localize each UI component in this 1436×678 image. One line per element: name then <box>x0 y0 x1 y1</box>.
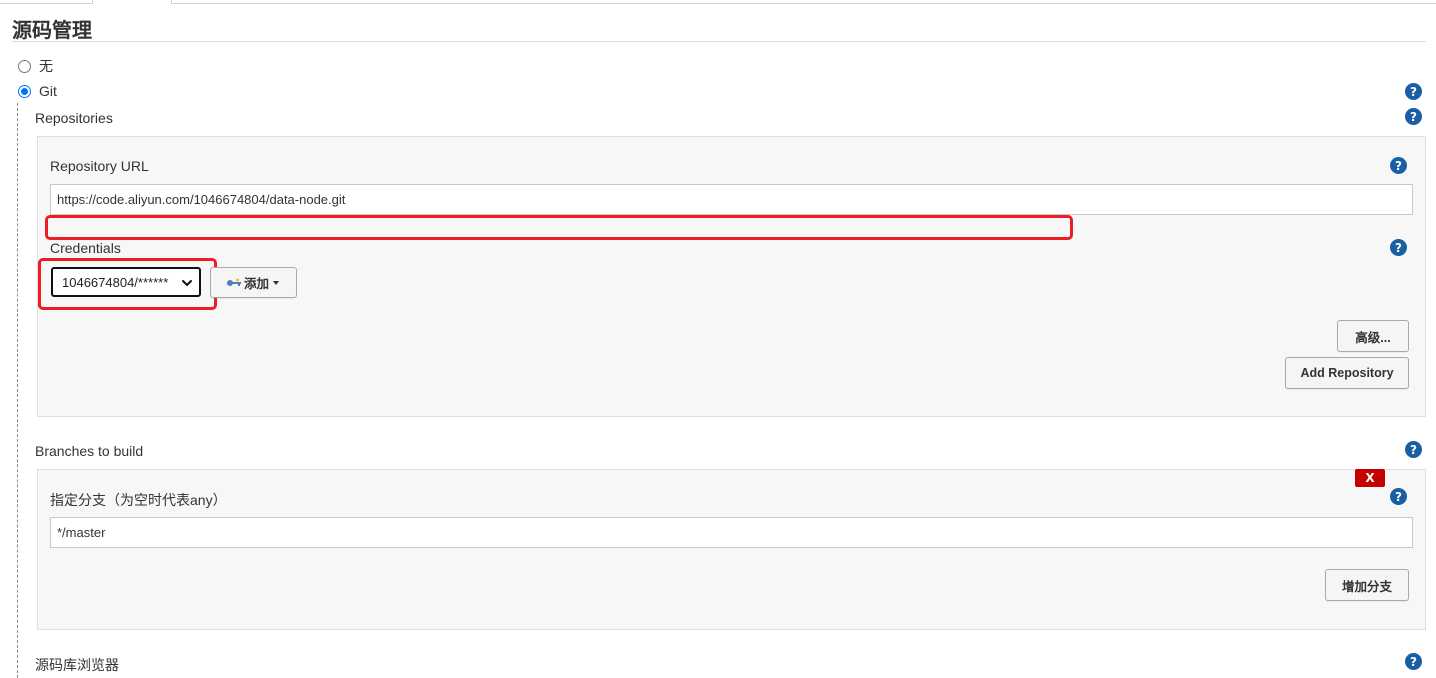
caret-down-icon <box>273 280 279 285</box>
repository-url-label: Repository URL <box>50 158 149 174</box>
radio-none[interactable] <box>18 59 31 73</box>
scm-option-none[interactable]: 无 <box>18 56 53 76</box>
help-icon-branch-spec[interactable]: ? <box>1390 488 1407 505</box>
repositories-label: Repositories <box>35 110 113 126</box>
add-credentials-button[interactable]: 添加 <box>210 267 297 298</box>
scm-option-none-label: 无 <box>39 58 53 74</box>
annotation-highlight-credentials <box>38 258 217 310</box>
help-icon-branches[interactable]: ? <box>1405 441 1422 458</box>
branch-panel <box>37 469 1426 630</box>
git-nesting-guide <box>17 103 18 678</box>
delete-branch-button[interactable]: X <box>1355 469 1385 487</box>
help-icon-credentials[interactable]: ? <box>1390 239 1407 256</box>
jenkins-config-page: 源码管理 无 Git ? Repositories ? Repository U… <box>0 0 1436 678</box>
section-title: 源码管理 <box>12 18 92 42</box>
help-icon-git[interactable]: ? <box>1405 83 1422 100</box>
add-credentials-label: 添加 <box>243 277 269 291</box>
branch-spec-input[interactable]: */master <box>50 517 1413 548</box>
help-icon-repositories[interactable]: ? <box>1405 108 1422 125</box>
tab-strip <box>0 0 1436 4</box>
credentials-label: Credentials <box>50 240 121 256</box>
tab-stub[interactable] <box>92 0 172 4</box>
add-repository-button[interactable]: Add Repository <box>1285 357 1409 389</box>
repo-browser-label: 源码库浏览器 <box>35 657 119 673</box>
repository-url-input[interactable]: https://code.aliyun.com/1046674804/data-… <box>50 184 1413 215</box>
radio-git[interactable] <box>18 84 31 98</box>
branches-label: Branches to build <box>35 443 144 459</box>
branch-spec-label: 指定分支（为空时代表any） <box>50 492 227 508</box>
advanced-button[interactable]: 高级... <box>1337 320 1409 352</box>
scm-option-git-label: Git <box>39 83 57 99</box>
help-icon-repository-url[interactable]: ? <box>1390 157 1407 174</box>
section-divider <box>12 41 1426 42</box>
add-branch-button[interactable]: 增加分支 <box>1325 569 1409 601</box>
annotation-highlight-url <box>45 215 1073 240</box>
key-icon <box>226 278 241 286</box>
help-icon-repo-browser[interactable]: ? <box>1405 653 1422 670</box>
scm-option-git[interactable]: Git <box>18 83 57 99</box>
